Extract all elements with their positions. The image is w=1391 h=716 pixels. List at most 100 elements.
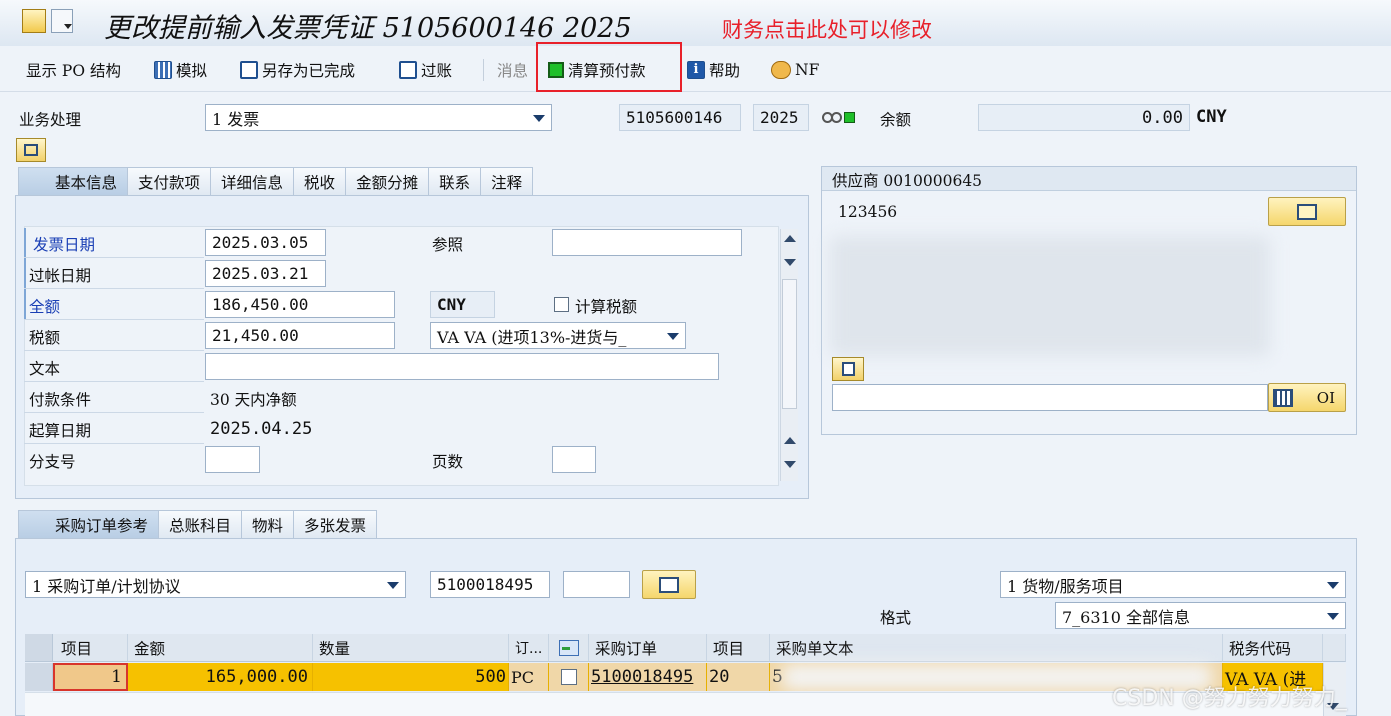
fiscal-year: 2025 (753, 104, 809, 131)
transfer-button[interactable] (642, 570, 696, 599)
balance-label: 余额 (880, 111, 912, 129)
format-select[interactable]: 7_6310 全部信息 (1055, 602, 1346, 629)
amount-field[interactable]: 186,450.00 (205, 291, 395, 318)
pages-label: 页数 (432, 453, 464, 471)
pages-field[interactable] (552, 446, 596, 473)
col-tax-code[interactable]: 税务代码 (1223, 634, 1323, 662)
balance-currency: CNY (1196, 107, 1227, 127)
simulate-button[interactable]: 模拟 (154, 59, 207, 81)
item-type-select[interactable]: 1 货物/服务项目 (1000, 571, 1346, 598)
col-amount[interactable]: 金额 (128, 634, 313, 662)
tax-label: 税额 (29, 329, 61, 347)
tab-amount-split-label: 金额分摊 (356, 174, 419, 192)
cell-po-link[interactable]: 5100018495 (589, 663, 707, 691)
show-po-structure-button[interactable]: 显示 PO 结构 (26, 59, 121, 81)
reference-field[interactable] (552, 229, 742, 256)
window-title: 更改提前输入发票凭证 5105600146 2025 (104, 13, 632, 44)
vendor-name: 123456 (838, 203, 898, 221)
tab-tax-label: 税收 (304, 174, 336, 192)
row-selector[interactable] (25, 663, 53, 691)
col-check[interactable] (549, 634, 589, 662)
tab-contact-label: 联系 (439, 174, 471, 192)
help-label: 帮助 (709, 62, 741, 80)
tax-code-select[interactable]: VA VA (进项13%-进货与_ (430, 322, 686, 349)
invoice-date-field[interactable]: 2025.03.05 (205, 229, 326, 256)
cell-check (549, 663, 589, 691)
cell-unit[interactable]: PC (509, 663, 549, 691)
col-item[interactable]: 项目 (53, 634, 128, 662)
post-button[interactable]: 过账 (399, 59, 452, 81)
scroll-down-icon[interactable] (784, 259, 796, 266)
checkmark-icon (558, 639, 579, 656)
ref-type-select[interactable]: 1 采购订单/计划协议 (25, 571, 406, 598)
scroll-up-icon[interactable] (784, 437, 796, 444)
tab-gl-account-label: 总账科目 (169, 517, 232, 535)
tab-multiple-invoices-label: 多张发票 (304, 517, 367, 535)
posting-date-field[interactable]: 2025.03.21 (205, 260, 326, 287)
col-quantity[interactable]: 数量 (313, 634, 509, 662)
transfer-icon (659, 576, 679, 593)
tab-amount-split[interactable]: 金额分摊 (345, 167, 430, 196)
text-field[interactable] (205, 353, 719, 380)
messages-label: 消息 (497, 62, 529, 80)
cell-po-item[interactable]: 20 (707, 663, 770, 691)
vendor-bank-field[interactable] (832, 384, 1268, 411)
col-po[interactable]: 采购订单 (589, 634, 707, 662)
tab-note[interactable]: 注释 (480, 167, 534, 196)
tab-tax[interactable]: 税收 (293, 167, 347, 196)
help-button[interactable]: i 帮助 (687, 59, 740, 81)
scroll-down-icon[interactable] (784, 461, 796, 468)
chevron-down-icon (387, 582, 399, 589)
tab-details[interactable]: 详细信息 (210, 167, 295, 196)
nf-button[interactable]: NF (771, 59, 819, 81)
cell-amount[interactable]: 165,000.00 (128, 663, 313, 691)
tax-field[interactable]: 21,450.00 (205, 322, 395, 349)
baseline-date-label: 起算日期 (29, 422, 92, 440)
simulate-label: 模拟 (176, 62, 208, 80)
post-label: 过账 (421, 62, 453, 80)
tab-contact[interactable]: 联系 (428, 167, 482, 196)
po-number-field[interactable]: 5100018495 (430, 571, 550, 598)
scroll-up-icon[interactable] (784, 235, 796, 242)
tab-gl-account[interactable]: 总账科目 (158, 510, 243, 539)
row-checkbox[interactable] (560, 669, 577, 685)
transaction-select[interactable]: 1 发票 (205, 104, 552, 131)
tab-po-reference-label: 采购订单参考 (55, 517, 149, 535)
oi-button[interactable]: OI (1268, 383, 1346, 412)
po-tabs: 采购订单参考 总账科目 物料 多张发票 (18, 510, 378, 539)
calc-tax-checkbox[interactable] (554, 297, 569, 312)
branch-field[interactable] (205, 446, 260, 473)
layout-toggle-icon[interactable] (16, 138, 46, 162)
highlight-box (536, 42, 682, 92)
po-extra-field[interactable] (563, 571, 630, 598)
cell-quantity[interactable]: 500 (313, 663, 509, 691)
document-number: 5105600146 (619, 104, 741, 131)
col-po-item[interactable]: 项目 (707, 634, 770, 662)
tab-po-reference[interactable]: 采购订单参考 (18, 510, 160, 539)
amount-label: 全额 (29, 298, 61, 316)
scroll-thumb[interactable] (782, 279, 797, 409)
row-divider (24, 288, 204, 289)
col-unit[interactable]: 订... (509, 634, 549, 662)
cell-item[interactable]: 1 (53, 663, 128, 691)
system-menu-icon[interactable] (51, 9, 73, 33)
vertical-scrollbar[interactable] (780, 229, 798, 481)
row-divider (24, 257, 204, 258)
tab-payment[interactable]: 支付款项 (127, 167, 212, 196)
tab-payment-label: 支付款项 (138, 174, 201, 192)
tab-multiple-invoices[interactable]: 多张发票 (293, 510, 378, 539)
grid-select-all[interactable] (25, 634, 53, 662)
vendor-title: 供应商 0010000645 (832, 172, 983, 190)
tab-material[interactable]: 物料 (241, 510, 295, 539)
branch-label: 分支号 (29, 453, 76, 471)
transaction-value: 1 发票 (212, 109, 260, 129)
messages-button[interactable]: 消息 (497, 59, 528, 81)
show-po-structure-label: 显示 PO 结构 (26, 62, 121, 80)
text-label: 文本 (29, 360, 61, 378)
tab-basic-data[interactable]: 基本信息 (18, 167, 129, 196)
vendor-detail-button[interactable] (1268, 197, 1346, 226)
bank-details-icon[interactable] (832, 357, 864, 381)
app-menu-icon[interactable] (22, 9, 46, 33)
save-as-complete-button[interactable]: 另存为已完成 (240, 59, 355, 81)
col-po-text[interactable]: 采购单文本 (770, 634, 1223, 662)
